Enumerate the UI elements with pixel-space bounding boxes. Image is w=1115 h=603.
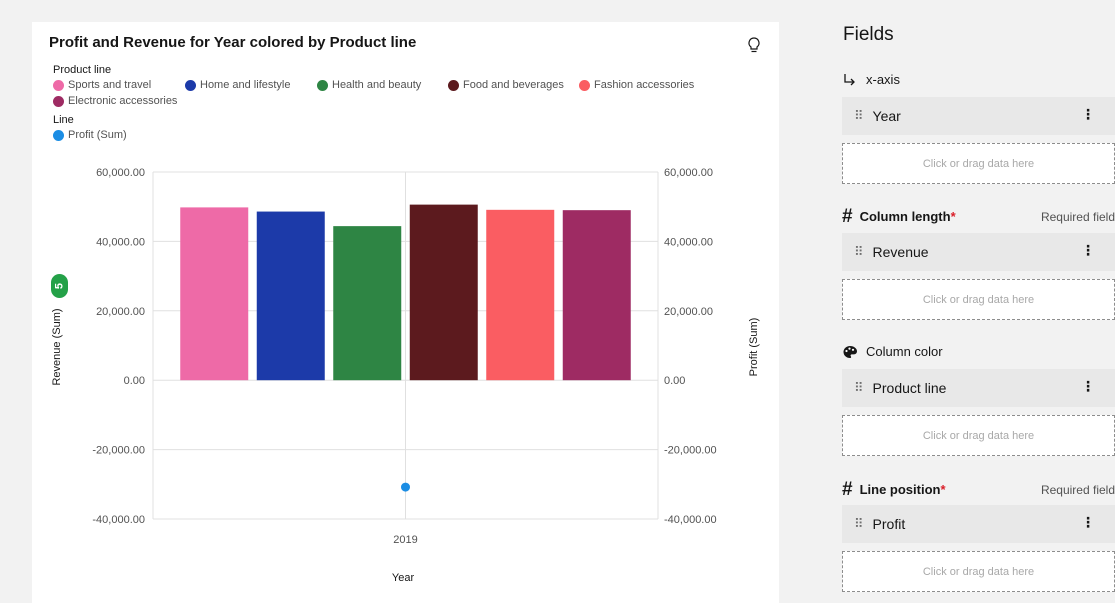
- required-field-text: Required field: [1040, 209, 1115, 224]
- section-label: Line position: [859, 482, 941, 497]
- x-tick-label: 2019: [393, 534, 417, 546]
- line-point: [401, 482, 410, 492]
- field-chip-label: Profit: [872, 516, 906, 532]
- palette-icon: [843, 345, 857, 358]
- fields-panel: Fields x-axis ⠿ Year ⋮ Click or drag dat…: [826, 0, 1115, 603]
- y2-tick-label: -20,000.00: [664, 445, 717, 457]
- overflow-menu-icon[interactable]: ⋮: [1081, 242, 1095, 259]
- summary-badge[interactable]: 5: [51, 274, 68, 298]
- x-axis-icon: [844, 73, 855, 85]
- bar: [180, 207, 249, 381]
- drop-zone-x-axis[interactable]: Click or drag data here: [842, 143, 1115, 184]
- summary-badge-count: 5: [54, 283, 66, 289]
- combo-chart: 60,000.00 60,000.00 40,000.00 40,000.00 20,0…: [51, 167, 760, 584]
- drag-handle-icon[interactable]: ⠿: [854, 244, 863, 260]
- y-tick-label: -20,000.00: [92, 445, 145, 457]
- chart-card: Profit and Revenue for Year colored by P…: [32, 22, 779, 603]
- hash-icon: #: [842, 479, 853, 500]
- field-chip-profit[interactable]: ⠿ Profit ⋮: [842, 505, 1115, 543]
- required-mark: *: [940, 482, 946, 497]
- y-axis-title: Revenue (Sum): [51, 308, 63, 385]
- required-field-text: Required field: [1040, 482, 1115, 497]
- bar: [409, 204, 478, 381]
- drop-zone-line-position[interactable]: Click or drag data here: [842, 551, 1115, 592]
- y-tick-label: 40,000.00: [96, 236, 145, 248]
- chart-line: [401, 482, 410, 492]
- drop-zone-column-color[interactable]: Click or drag data here: [842, 415, 1115, 456]
- bar: [333, 226, 402, 381]
- x-axis-title: Year: [392, 572, 415, 584]
- section-column-length-header: # Column length * Required field: [842, 207, 1115, 226]
- fields-title: Fields: [843, 24, 894, 45]
- y2-tick-label: -40,000.00: [664, 514, 717, 526]
- field-chip-revenue[interactable]: ⠿ Revenue ⋮: [842, 233, 1115, 271]
- section-column-color-header: Column color: [842, 344, 1115, 359]
- overflow-menu-icon[interactable]: ⋮: [1081, 514, 1095, 531]
- section-x-axis-header: x-axis: [842, 72, 1115, 87]
- y2-tick-label: 0.00: [664, 375, 685, 387]
- section-label: Column length: [859, 209, 951, 224]
- y2-tick-label: 20,000.00: [664, 306, 713, 318]
- overflow-menu-icon[interactable]: ⋮: [1081, 378, 1095, 395]
- section-label: x-axis: [866, 72, 900, 87]
- y-tick-label: 60,000.00: [96, 167, 145, 179]
- y-tick-label: -40,000.00: [92, 514, 145, 526]
- bar: [562, 210, 631, 381]
- required-mark: *: [950, 209, 956, 224]
- y2-axis-title: Profit (Sum): [748, 318, 760, 377]
- y2-tick-label: 60,000.00: [664, 167, 713, 179]
- overflow-menu-icon[interactable]: ⋮: [1081, 106, 1095, 123]
- field-chip-label: Revenue: [872, 244, 929, 260]
- section-line-position-header: # Line position * Required field: [842, 480, 1115, 499]
- section-label: Column color: [866, 344, 943, 359]
- y-tick-label: 0.00: [124, 375, 145, 387]
- bar: [256, 211, 325, 381]
- hash-icon: #: [842, 206, 853, 227]
- y2-tick-label: 40,000.00: [664, 236, 713, 248]
- field-chip-product-line[interactable]: ⠿ Product line ⋮: [842, 369, 1115, 407]
- drop-zone-column-length[interactable]: Click or drag data here: [842, 279, 1115, 320]
- bar: [486, 209, 555, 381]
- field-chip-label: Year: [872, 108, 901, 124]
- drag-handle-icon[interactable]: ⠿: [854, 380, 863, 396]
- field-chip-year[interactable]: ⠿ Year ⋮: [842, 97, 1115, 135]
- drag-handle-icon[interactable]: ⠿: [854, 516, 863, 532]
- y-tick-label: 20,000.00: [96, 306, 145, 318]
- field-chip-label: Product line: [872, 380, 947, 396]
- drag-handle-icon[interactable]: ⠿: [854, 108, 863, 124]
